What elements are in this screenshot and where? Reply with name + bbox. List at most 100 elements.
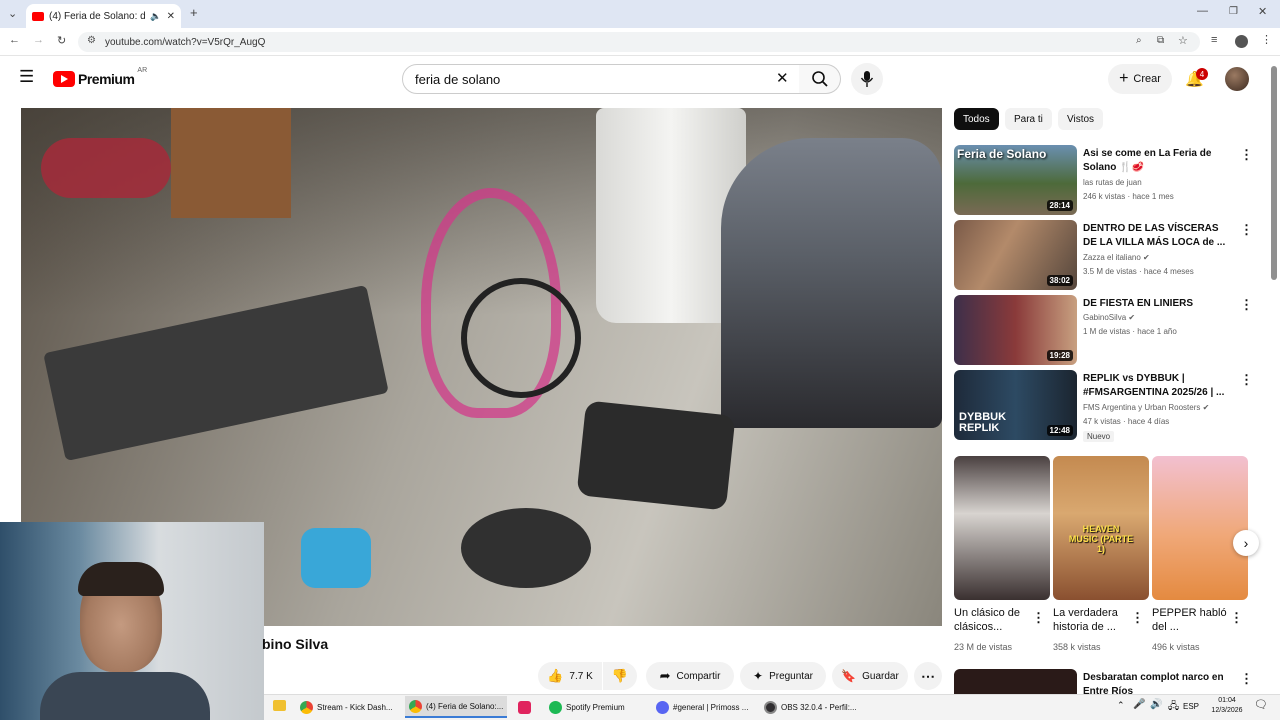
- browser-menu-icon[interactable]: ⋮: [1261, 33, 1272, 46]
- video-title[interactable]: REPLIK vs DYBBUK | #FMSARGENTINA 2025/26…: [1083, 372, 1231, 400]
- short-views: 358 k vistas: [1053, 642, 1101, 652]
- recommendation-item[interactable]: Feria de Solano 28:14 Asi se come en La …: [954, 145, 1254, 215]
- taskbar-item-label: Spotify Premium: [566, 702, 625, 712]
- taskbar-item-discord[interactable]: #general | Primoss ...: [656, 696, 748, 718]
- video-stats: 1 M de vistas · hace 1 año: [1083, 327, 1177, 336]
- tray-chevron-icon[interactable]: ⌃: [1117, 700, 1125, 711]
- short-thumbnail[interactable]: [1152, 456, 1248, 600]
- video-title[interactable]: Asi se come en La Feria de Solano 🍴🥩: [1083, 147, 1231, 175]
- video-thumbnail[interactable]: 38:02: [954, 220, 1077, 290]
- video-title[interactable]: Desbaratan complot narco en Entre Ríos: [1083, 671, 1231, 694]
- video-title[interactable]: DE FIESTA EN LINIERS: [1083, 297, 1231, 311]
- search-button[interactable]: [799, 64, 841, 94]
- channel-name[interactable]: Zazza el italiano ✔: [1083, 253, 1150, 262]
- profile-icon[interactable]: [1235, 35, 1248, 48]
- more-options-icon[interactable]: ⋮: [1240, 147, 1253, 163]
- more-options-icon[interactable]: ⋮: [1240, 297, 1253, 313]
- video-duration: 28:14: [1046, 200, 1073, 211]
- create-button[interactable]: + Crear: [1108, 64, 1172, 94]
- recommendation-item[interactable]: Desbaratan complot narco en Entre Ríos ⋮: [954, 669, 1254, 694]
- recommendation-item[interactable]: 38:02 DENTRO DE LAS VÍSCERAS DE LA VILLA…: [954, 220, 1254, 290]
- verified-check-icon: ✔: [1202, 403, 1210, 412]
- reading-list-icon[interactable]: ≡: [1211, 34, 1217, 46]
- video-thumbnail[interactable]: DYBBUK REPLIK 12:48: [954, 370, 1077, 440]
- more-options-icon[interactable]: ⋮: [1240, 222, 1253, 238]
- short-views: 23 M de vistas: [954, 642, 1013, 652]
- more-options-icon[interactable]: ⋮: [1032, 610, 1045, 626]
- microphone-tray-icon[interactable]: 🎤: [1133, 699, 1145, 710]
- video-stats: 3.5 M de vistas · hace 4 meses: [1083, 267, 1194, 276]
- taskbar-item-chrome-youtube[interactable]: (4) Feria de Solano:...: [405, 696, 508, 718]
- network-icon[interactable]: 🖧: [1168, 699, 1179, 716]
- restore-icon[interactable]: ❐: [1229, 6, 1238, 17]
- channel-name[interactable]: FMS Argentina y Urban Roosters ✔: [1083, 403, 1209, 412]
- short-title[interactable]: La verdadera historia de ...: [1053, 606, 1129, 634]
- ask-button[interactable]: ✦ Preguntar: [740, 662, 826, 690]
- video-thumbnail[interactable]: [954, 669, 1077, 694]
- taskbar-item-chrome-stream[interactable]: Stream - Kick Dash...: [300, 696, 393, 718]
- system-clock[interactable]: 01:04 12/3/2026: [1207, 696, 1247, 716]
- recommendation-item[interactable]: DYBBUK REPLIK 12:48 REPLIK vs DYBBUK | #…: [954, 370, 1254, 442]
- chip-para-ti[interactable]: Para ti: [1005, 108, 1052, 130]
- language-indicator[interactable]: ESP: [1183, 702, 1199, 711]
- new-tab-icon[interactable]: +: [190, 5, 198, 20]
- page-scrollbar[interactable]: [1271, 66, 1277, 280]
- taskbar-item-app[interactable]: [518, 696, 531, 718]
- taskbar-item-spotify[interactable]: Spotify Premium: [549, 696, 625, 718]
- minimize-icon[interactable]: —: [1197, 5, 1208, 17]
- site-info-icon[interactable]: ⚙: [87, 35, 96, 46]
- dislike-button[interactable]: 👎: [603, 662, 637, 690]
- more-options-icon[interactable]: ⋮: [1131, 610, 1144, 626]
- youtube-premium-logo[interactable]: Premium AR: [53, 67, 147, 87]
- notification-center-icon[interactable]: 🗨: [1254, 698, 1268, 711]
- chip-todos[interactable]: Todos: [954, 108, 999, 130]
- short-title[interactable]: Un clásico de clásicos...: [954, 606, 1030, 634]
- share-button[interactable]: ➦ Compartir: [646, 662, 734, 690]
- streamer-hair: [78, 562, 164, 596]
- shorts-next-button[interactable]: ›: [1233, 530, 1259, 556]
- channel-title[interactable]: bino Silva: [262, 636, 328, 652]
- like-button[interactable]: 👍 7.7 K: [538, 662, 602, 690]
- reload-icon[interactable]: ↻: [57, 34, 66, 47]
- hamburger-menu-icon[interactable]: ☰: [19, 68, 34, 85]
- search-input[interactable]: feria de solano ✕: [402, 64, 800, 94]
- tab-search-chevron-icon[interactable]: ⌄: [8, 7, 17, 20]
- channel-name[interactable]: GabinoSilva ✔: [1083, 313, 1135, 322]
- bookmark-star-icon[interactable]: ☆: [1178, 34, 1188, 47]
- taskbar-item-obs[interactable]: OBS 32.0.4 - Perfil:...: [764, 696, 857, 718]
- account-avatar[interactable]: [1225, 67, 1249, 91]
- browser-tab-active[interactable]: (4) Feria de Solano: de shop 🔈 ✕: [26, 4, 181, 28]
- file-explorer-icon[interactable]: [273, 700, 286, 711]
- clear-search-icon[interactable]: ✕: [776, 69, 789, 87]
- tab-audio-icon[interactable]: 🔈: [150, 11, 161, 22]
- chip-vistos[interactable]: Vistos: [1058, 108, 1104, 130]
- more-options-icon[interactable]: ⋮: [1230, 610, 1243, 626]
- more-options-icon[interactable]: ⋮: [1240, 372, 1253, 388]
- volume-icon[interactable]: 🔊: [1150, 699, 1162, 710]
- back-icon[interactable]: ←: [9, 34, 20, 46]
- short-thumbnail[interactable]: HEAVEN MUSIC (PARTE 1): [1053, 456, 1149, 600]
- clothes-pile: [41, 138, 171, 198]
- video-title[interactable]: DENTRO DE LAS VÍSCERAS DE LA VILLA MÁS L…: [1083, 222, 1231, 250]
- window-close-icon[interactable]: ✕: [1258, 5, 1267, 18]
- address-bar[interactable]: ⚙ youtube.com/watch?v=V5rQr_AugQ ⌕ ⧉ ☆: [78, 32, 1200, 52]
- zoom-icon[interactable]: ⌕: [1136, 35, 1142, 46]
- video-thumbnail[interactable]: Feria de Solano 28:14: [954, 145, 1077, 215]
- thumbnail-caption: DYBBUK REPLIK: [959, 411, 1007, 434]
- more-actions-button[interactable]: ⋯: [914, 662, 942, 690]
- video-thumbnail[interactable]: 19:28: [954, 295, 1077, 365]
- more-options-icon[interactable]: ⋮: [1240, 671, 1253, 687]
- browser-tab-strip: ⌄ (4) Feria de Solano: de shop 🔈 ✕ + — ❐…: [0, 0, 1280, 28]
- short-thumbnail[interactable]: [954, 456, 1050, 600]
- channel-name[interactable]: las rutas de juan: [1083, 178, 1142, 187]
- recommendation-item[interactable]: 19:28 DE FIESTA EN LINIERS GabinoSilva ✔…: [954, 295, 1254, 365]
- voice-search-button[interactable]: [851, 63, 883, 95]
- forward-icon[interactable]: →: [33, 34, 44, 46]
- bookmark-icon: 🔖: [841, 669, 857, 683]
- youtube-favicon-icon: [32, 11, 44, 21]
- tab-close-icon[interactable]: ✕: [167, 11, 175, 22]
- install-icon[interactable]: ⧉: [1157, 35, 1164, 46]
- toy-phone: [301, 528, 371, 588]
- short-title[interactable]: PEPPER habló del ...: [1152, 606, 1228, 634]
- save-button[interactable]: 🔖 Guardar: [832, 662, 908, 690]
